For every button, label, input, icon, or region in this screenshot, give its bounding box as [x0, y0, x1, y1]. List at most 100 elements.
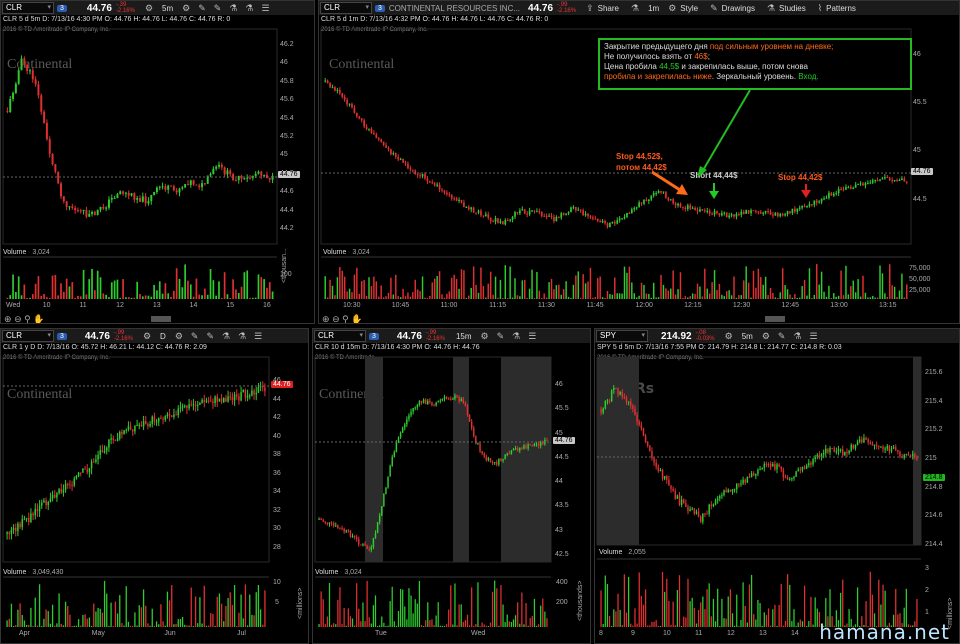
volume-bar — [134, 612, 136, 627]
candle-body — [368, 548, 370, 550]
volume-bar — [125, 297, 127, 299]
volume-bar — [689, 296, 691, 299]
volume-bar — [212, 614, 214, 627]
volume-bar — [719, 625, 721, 627]
volume-bar — [898, 290, 901, 299]
candle-body — [663, 476, 666, 479]
volume-bar — [231, 604, 234, 627]
chart-pane-clr-5d-5m[interactable]: CLR 3 44.76 -.39-2.16% ⚙ 5m ⚙ ✎ ✎ ⚗ ⚗ ☰ … — [0, 0, 315, 324]
candle-body — [903, 455, 905, 458]
volume-bar — [177, 619, 179, 627]
volume-axis-label: 200 — [556, 599, 568, 606]
candle-body — [798, 207, 801, 209]
chart-toolbar[interactable]: ⊕ ⊖ ⚲ ✋ — [4, 314, 44, 323]
candle-body — [88, 213, 91, 217]
volume-bar — [390, 277, 392, 299]
candle-body — [160, 418, 162, 420]
candle-body — [725, 490, 727, 493]
zoom-in-icon[interactable]: ⊕ — [322, 314, 330, 323]
scrollbar-handle[interactable] — [765, 316, 785, 322]
volume-bar — [536, 271, 538, 299]
volume-bar — [393, 621, 395, 627]
volume-bar — [808, 268, 811, 299]
volume-bar — [721, 598, 723, 627]
hand-icon[interactable]: ✋ — [33, 314, 44, 323]
volume-bar — [653, 621, 655, 627]
zoom-in-icon[interactable]: ⊕ — [4, 314, 12, 323]
candle-body — [884, 448, 886, 450]
candle-body — [528, 210, 531, 215]
hand-icon[interactable]: ✋ — [351, 314, 362, 323]
candle-body — [465, 206, 468, 208]
session-shade — [913, 357, 921, 545]
candle-body — [689, 205, 692, 209]
price-tick-label: 214.4 — [925, 541, 943, 548]
candle-body — [594, 218, 597, 220]
candle-body — [757, 211, 760, 213]
candle-body — [533, 210, 536, 212]
scrollbar-handle[interactable] — [151, 316, 171, 322]
candle-body — [71, 485, 73, 487]
search-icon[interactable]: ⚲ — [24, 314, 31, 323]
volume-bar — [227, 598, 229, 627]
candle-body — [844, 452, 846, 456]
candle-body — [380, 139, 383, 142]
candle-body — [203, 183, 206, 185]
candle-body — [638, 202, 640, 208]
price-tick-label: 45 — [555, 429, 563, 437]
chart-pane-spy-5d-5m[interactable]: SPY 214.92 -.08-0.03% ⚙ 5m ⚙ ✎ ⚗ ☰ SPY 5… — [594, 328, 960, 644]
candle-body — [93, 211, 96, 215]
volume-bar — [526, 297, 528, 299]
zoom-out-icon[interactable]: ⊖ — [332, 314, 340, 323]
candle-body — [105, 447, 108, 451]
price-chart[interactable] — [1, 329, 309, 644]
volume-bar — [164, 283, 167, 299]
candle-body — [837, 449, 840, 452]
price-chart[interactable] — [1, 1, 315, 324]
candle-body — [351, 535, 354, 537]
candle-body — [58, 489, 60, 494]
candle-body — [341, 528, 343, 530]
chart-pane-clr-10d-15m[interactable]: CLR 3 44.76 -.99-2.16% 15m ⚙ ✎ ⚗ ☰ CLR 1… — [312, 328, 591, 644]
volume-bar — [20, 295, 23, 299]
price-chart[interactable] — [595, 329, 960, 644]
volume-bar — [464, 620, 467, 627]
candle-body — [812, 459, 814, 465]
chart-pane-clr-1y-d[interactable]: CLR 3 44.76 -.99-2.16% ⚙ D ⚙ ✎ ✎ ⚗ ⚗ ☰ C… — [0, 328, 309, 644]
volume-bar — [611, 294, 614, 299]
price-tick-label: 44.4 — [280, 206, 294, 214]
chart-toolbar[interactable]: ⊕ ⊖ ⚲ ✋ — [322, 314, 362, 323]
volume-bar — [460, 604, 462, 627]
volume-bar — [424, 297, 426, 299]
price-chart[interactable] — [313, 329, 591, 644]
volume-bar — [874, 297, 876, 299]
time-tick-label: Wed — [6, 302, 21, 309]
volume-bar — [209, 269, 212, 299]
volume-bar — [260, 277, 263, 299]
zoom-out-icon[interactable]: ⊖ — [14, 314, 22, 323]
volume-bar — [487, 625, 490, 627]
volume-bar — [687, 297, 689, 299]
candle-body — [99, 206, 102, 210]
candle-body — [878, 445, 880, 447]
volume-bar — [40, 295, 43, 299]
candle-body — [711, 213, 713, 215]
time-tick-label: 11:15 — [489, 302, 507, 309]
volume-bar — [487, 283, 489, 299]
volume-bar — [56, 623, 58, 627]
volume-bar — [479, 625, 481, 627]
candle-body — [699, 209, 701, 212]
volume-bar — [854, 292, 857, 299]
candle-body — [659, 469, 662, 472]
volume-bar — [116, 279, 119, 299]
candle-body — [339, 528, 341, 530]
search-icon[interactable]: ⚲ — [342, 314, 349, 323]
candle-body — [53, 494, 56, 498]
candle-body — [695, 511, 698, 514]
price-tick-label: 46 — [280, 59, 288, 67]
candle-body — [801, 466, 804, 471]
candle-body — [328, 522, 331, 524]
candle-body — [651, 451, 653, 459]
volume-bar — [164, 625, 166, 627]
candle-body — [353, 535, 356, 538]
